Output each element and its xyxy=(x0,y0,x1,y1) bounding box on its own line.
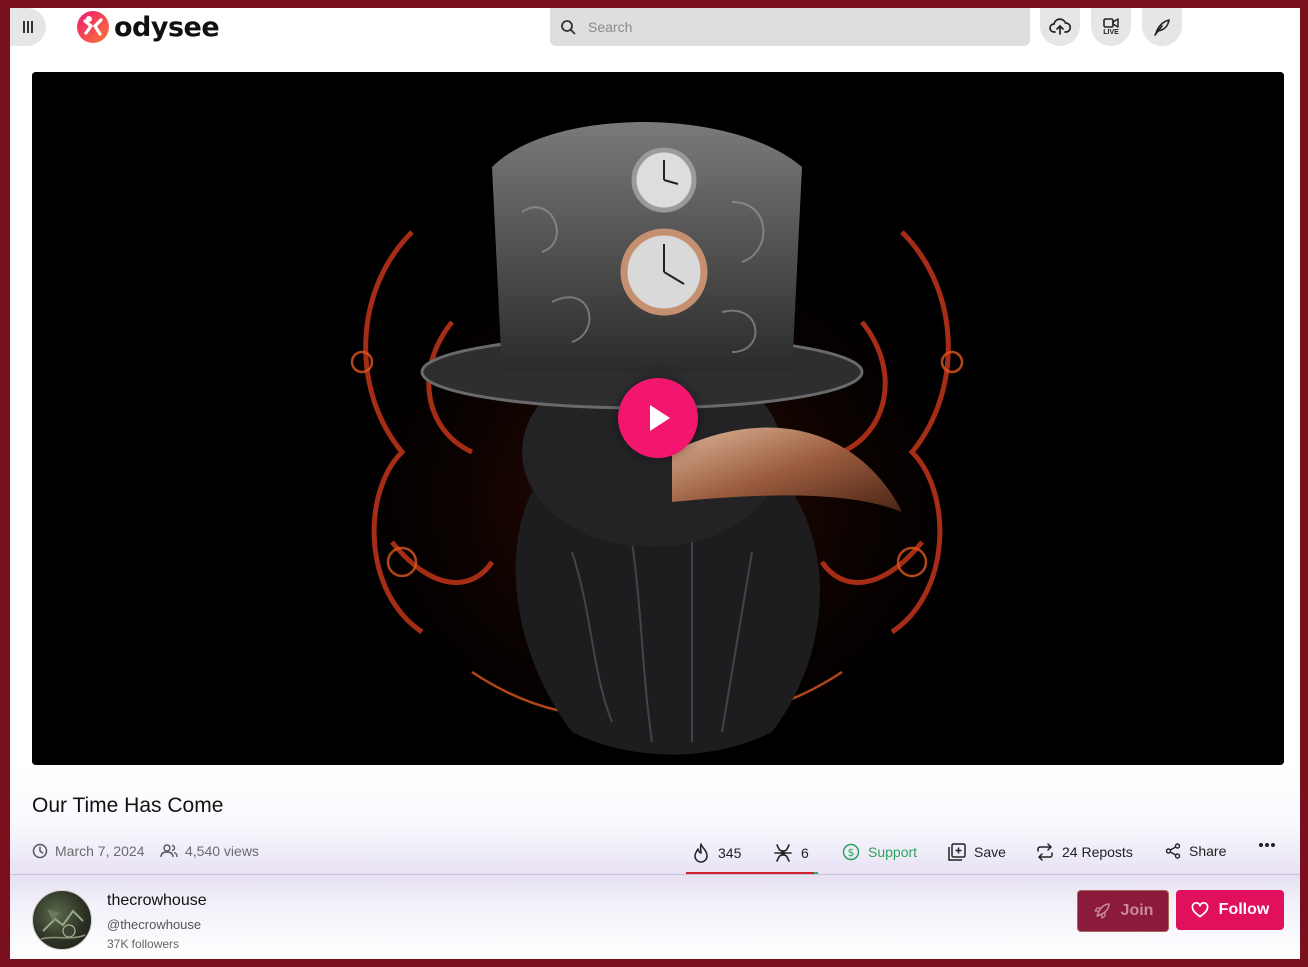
create-post-button[interactable] xyxy=(1142,8,1182,46)
support-button[interactable]: $ Support xyxy=(842,843,917,861)
share-button[interactable]: Share xyxy=(1165,843,1226,859)
fire-icon xyxy=(694,843,708,863)
save-label: Save xyxy=(974,844,1006,860)
video-player[interactable] xyxy=(32,72,1284,765)
go-live-icon xyxy=(1103,18,1119,28)
more-icon xyxy=(1259,843,1275,847)
search-icon xyxy=(560,19,576,35)
save-button[interactable]: Save xyxy=(948,843,1006,861)
svg-text:$: $ xyxy=(848,846,855,859)
logo-text: odysee xyxy=(114,11,220,43)
play-button[interactable] xyxy=(618,378,698,458)
avatar-image xyxy=(40,909,86,940)
support-icon: $ xyxy=(842,843,860,861)
support-label: Support xyxy=(868,844,918,860)
publish-date: March 7, 2024 xyxy=(32,843,145,859)
repost-button[interactable]: 24 Reposts xyxy=(1036,843,1133,861)
slime-icon xyxy=(774,844,792,862)
join-button[interactable]: Join xyxy=(1077,890,1169,932)
odysee-logo[interactable]: odysee xyxy=(76,8,220,46)
channel-handle[interactable]: @thecrowhouse xyxy=(107,917,201,932)
odysee-logo-icon xyxy=(77,11,109,43)
view-count-text: 4,540 views xyxy=(185,843,259,859)
save-icon xyxy=(948,843,966,861)
fire-count: 345 xyxy=(718,845,742,861)
reposts-label: 24 Reposts xyxy=(1062,844,1133,860)
video-title: Our Time Has Come xyxy=(32,794,224,817)
publish-date-text: March 7, 2024 xyxy=(55,843,145,859)
more-options-button[interactable] xyxy=(1258,842,1276,848)
channel-followers: 37K followers xyxy=(107,937,180,951)
menu-button[interactable] xyxy=(10,8,46,46)
rocket-icon xyxy=(1093,903,1110,919)
post-icon xyxy=(1154,19,1170,36)
live-label: LIVE xyxy=(1103,29,1119,36)
channel-avatar[interactable] xyxy=(32,890,92,950)
upload-button[interactable] xyxy=(1040,8,1080,46)
page-frame: odysee LIVE xyxy=(10,8,1300,959)
upload-icon xyxy=(1049,18,1071,35)
slime-reaction-button[interactable]: 6 xyxy=(773,843,809,863)
views-icon xyxy=(160,844,178,858)
go-live-button[interactable]: LIVE xyxy=(1091,8,1131,46)
search-input[interactable] xyxy=(586,18,1010,36)
join-label: Join xyxy=(1120,902,1154,919)
view-count: 4,540 views xyxy=(160,843,259,859)
play-icon xyxy=(650,405,670,431)
menu-icon xyxy=(23,21,33,33)
share-icon xyxy=(1165,843,1181,859)
fire-reaction-button[interactable]: 345 xyxy=(692,843,741,863)
follow-button[interactable]: Follow xyxy=(1176,890,1284,930)
heart-icon xyxy=(1191,902,1209,918)
clock-icon xyxy=(32,843,48,859)
follow-label: Follow xyxy=(1218,901,1270,918)
share-label: Share xyxy=(1189,843,1227,859)
slime-count: 6 xyxy=(801,845,809,861)
search-bar[interactable] xyxy=(550,8,1030,46)
channel-name[interactable]: thecrowhouse xyxy=(107,892,207,910)
repost-icon xyxy=(1037,843,1053,861)
